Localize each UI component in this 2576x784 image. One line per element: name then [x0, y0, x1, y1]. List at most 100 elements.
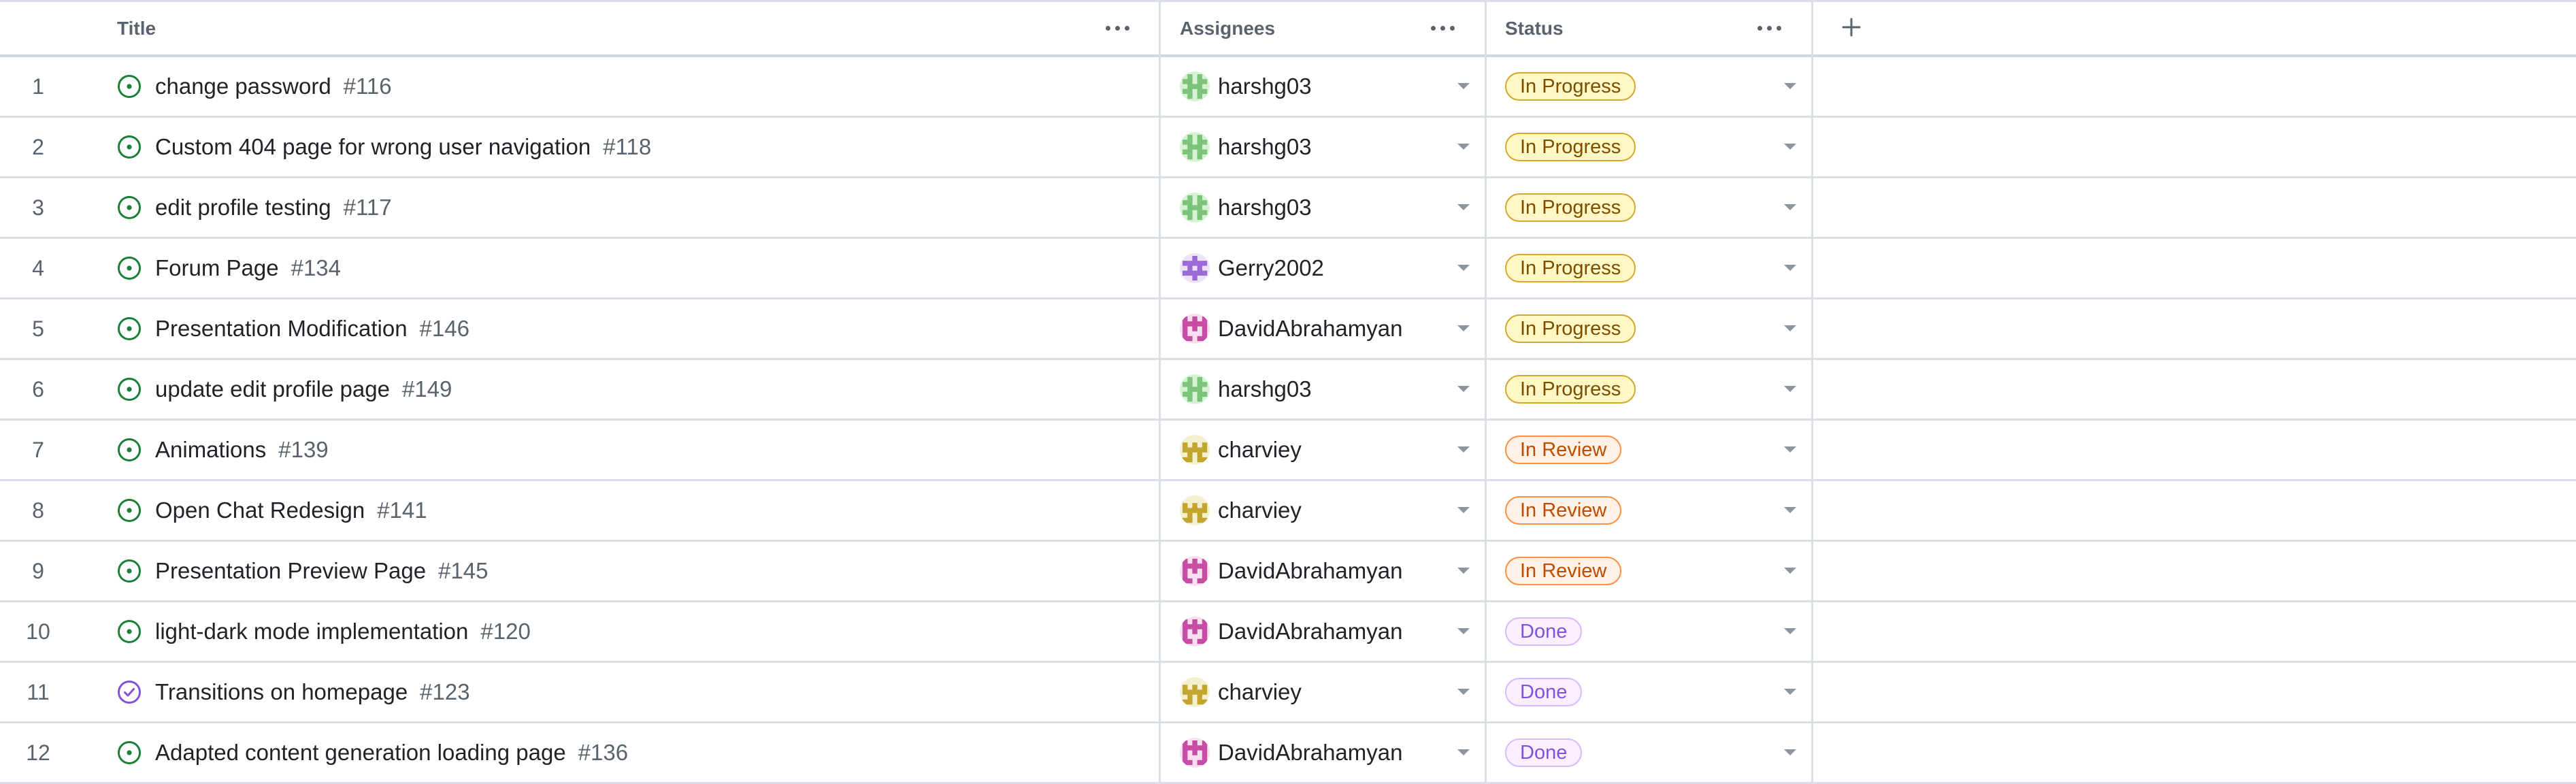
table-row[interactable]: 10 light-dark mode implementation #120 Davi… — [0, 602, 2576, 663]
table-row[interactable]: 8 Open Chat Redesign #141 charviey In Review — [0, 481, 2576, 542]
assignee-cell[interactable]: harshg03 — [1180, 118, 1479, 176]
title-cell[interactable]: Forum Page #134 — [116, 239, 1129, 297]
assignee-dropdown-caret-icon[interactable] — [1457, 628, 1470, 634]
plus-icon — [1842, 18, 1861, 37]
table-row[interactable]: 4 Forum Page #134 Gerry2002 In Progress — [0, 239, 2576, 299]
issue-number: #149 — [401, 376, 452, 402]
table-row[interactable]: 1 change password #116 harshg03 In Progress — [0, 57, 2576, 118]
assignee-dropdown-caret-icon[interactable] — [1457, 749, 1470, 755]
status-cell[interactable]: Done — [1505, 723, 1804, 782]
issue-title-link[interactable]: update edit profile page — [155, 376, 390, 402]
table-row[interactable]: 5 Presentation Modification #146 DavidAbrah… — [0, 299, 2576, 360]
status-dropdown-caret-icon[interactable] — [1784, 144, 1796, 150]
status-dropdown-caret-icon[interactable] — [1784, 568, 1796, 574]
issue-title-link[interactable]: Animations — [155, 437, 266, 463]
status-dropdown-caret-icon[interactable] — [1784, 83, 1796, 89]
issue-title-link[interactable]: edit profile testing — [155, 195, 331, 220]
title-cell[interactable]: edit profile testing #117 — [116, 178, 1129, 237]
status-cell[interactable]: In Review — [1505, 542, 1804, 600]
status-cell[interactable]: In Review — [1505, 421, 1804, 479]
title-cell[interactable]: light-dark mode implementation #120 — [116, 602, 1129, 661]
table-row[interactable]: 3 edit profile testing #117 harshg03 In Prog… — [0, 178, 2576, 239]
table-row[interactable]: 6 update edit profile page #149 harshg03 In … — [0, 360, 2576, 421]
table-row[interactable]: 9 Presentation Preview Page #145 DavidAbrah… — [0, 542, 2576, 602]
column-header-assignees[interactable]: Assignees — [1180, 2, 1275, 54]
title-cell[interactable]: Animations #139 — [116, 421, 1129, 479]
status-cell[interactable]: In Progress — [1505, 239, 1804, 297]
assignee-dropdown-caret-icon[interactable] — [1457, 83, 1470, 89]
title-cell[interactable]: change password #116 — [116, 57, 1129, 116]
title-cell[interactable]: Transitions on homepage #123 — [116, 663, 1129, 721]
status-cell[interactable]: In Progress — [1505, 178, 1804, 237]
status-badge: In Progress — [1505, 193, 1636, 222]
assignee-cell[interactable]: charviey — [1180, 663, 1479, 721]
issue-title-link[interactable]: Custom 404 page for wrong user navigatio… — [155, 134, 591, 160]
issue-title-link[interactable]: Presentation Preview Page — [155, 558, 426, 584]
assignee-cell[interactable]: DavidAbrahamyan — [1180, 602, 1479, 661]
assignee-dropdown-caret-icon[interactable] — [1457, 568, 1470, 574]
status-cell[interactable]: In Progress — [1505, 299, 1804, 358]
title-cell[interactable]: Presentation Preview Page #145 — [116, 542, 1129, 600]
assignee-dropdown-caret-icon[interactable] — [1457, 265, 1470, 271]
title-cell[interactable]: Open Chat Redesign #141 — [116, 481, 1129, 540]
table-row[interactable]: 7 Animations #139 charviey In Review — [0, 421, 2576, 481]
status-cell[interactable]: Done — [1505, 663, 1804, 721]
status-cell[interactable]: In Review — [1505, 481, 1804, 540]
status-dropdown-caret-icon[interactable] — [1784, 325, 1796, 331]
status-dropdown-caret-icon[interactable] — [1784, 265, 1796, 271]
table-header: Title Assignees Status — [0, 0, 2576, 57]
assignee-dropdown-caret-icon[interactable] — [1457, 204, 1470, 210]
assignee-cell[interactable]: charviey — [1180, 481, 1479, 540]
assignee-cell[interactable]: DavidAbrahamyan — [1180, 299, 1479, 358]
assignees-column-menu-button[interactable] — [1422, 14, 1463, 42]
table-row[interactable]: 12 Adapted content generation loading pag… — [0, 723, 2576, 784]
column-divider[interactable] — [1485, 0, 1487, 782]
issue-title-link[interactable]: change password — [155, 74, 331, 99]
column-header-status[interactable]: Status — [1505, 2, 1564, 54]
issue-title-link[interactable]: Open Chat Redesign — [155, 497, 365, 523]
assignee-dropdown-caret-icon[interactable] — [1457, 386, 1470, 392]
assignee-cell[interactable]: harshg03 — [1180, 57, 1479, 116]
status-cell[interactable]: In Progress — [1505, 360, 1804, 419]
status-dropdown-caret-icon[interactable] — [1784, 204, 1796, 210]
status-dropdown-caret-icon[interactable] — [1784, 386, 1796, 392]
column-divider[interactable] — [1159, 0, 1161, 782]
assignee-cell[interactable]: DavidAbrahamyan — [1180, 723, 1479, 782]
assignee-dropdown-caret-icon[interactable] — [1457, 689, 1470, 695]
title-cell[interactable]: Adapted content generation loading page #… — [116, 723, 1129, 782]
status-cell[interactable]: In Progress — [1505, 118, 1804, 176]
column-header-title[interactable]: Title — [117, 2, 156, 54]
status-dropdown-caret-icon[interactable] — [1784, 749, 1796, 755]
title-cell[interactable]: Custom 404 page for wrong user navigatio… — [116, 118, 1129, 176]
assignee-cell[interactable]: harshg03 — [1180, 360, 1479, 419]
issue-title-link[interactable]: Presentation Modification — [155, 316, 408, 342]
title-column-menu-button[interactable] — [1097, 14, 1138, 42]
issue-title-link[interactable]: Forum Page — [155, 255, 279, 281]
assignee-cell[interactable]: harshg03 — [1180, 178, 1479, 237]
status-cell[interactable]: Done — [1505, 602, 1804, 661]
issue-title-link[interactable]: Adapted content generation loading page — [155, 740, 566, 766]
column-divider[interactable] — [1811, 0, 1813, 782]
table-row[interactable]: 11 Transitions on homepage #123 charviey Don… — [0, 663, 2576, 723]
status-dropdown-caret-icon[interactable] — [1784, 628, 1796, 634]
status-dropdown-caret-icon[interactable] — [1784, 507, 1796, 513]
issue-number: #145 — [438, 558, 489, 583]
issue-title-link[interactable]: light-dark mode implementation — [155, 619, 468, 644]
status-column-menu-button[interactable] — [1749, 14, 1789, 42]
assignee-cell[interactable]: charviey — [1180, 421, 1479, 479]
assignee-dropdown-caret-icon[interactable] — [1457, 446, 1470, 453]
assignee-cell[interactable]: Gerry2002 — [1180, 239, 1479, 297]
assignee-dropdown-caret-icon[interactable] — [1457, 325, 1470, 331]
title-cell[interactable]: update edit profile page #149 — [116, 360, 1129, 419]
assignee-dropdown-caret-icon[interactable] — [1457, 144, 1470, 150]
assignee-cell[interactable]: DavidAbrahamyan — [1180, 542, 1479, 600]
status-dropdown-caret-icon[interactable] — [1784, 446, 1796, 453]
table-row[interactable]: 2 Custom 404 page for wrong user navigati… — [0, 118, 2576, 178]
status-cell[interactable]: In Progress — [1505, 57, 1804, 116]
issue-title-link[interactable]: Transitions on homepage — [155, 679, 408, 705]
assignee-dropdown-caret-icon[interactable] — [1457, 507, 1470, 513]
issue-open-icon — [116, 618, 143, 645]
title-cell[interactable]: Presentation Modification #146 — [116, 299, 1129, 358]
add-column-button[interactable] — [1834, 10, 1868, 44]
status-dropdown-caret-icon[interactable] — [1784, 689, 1796, 695]
